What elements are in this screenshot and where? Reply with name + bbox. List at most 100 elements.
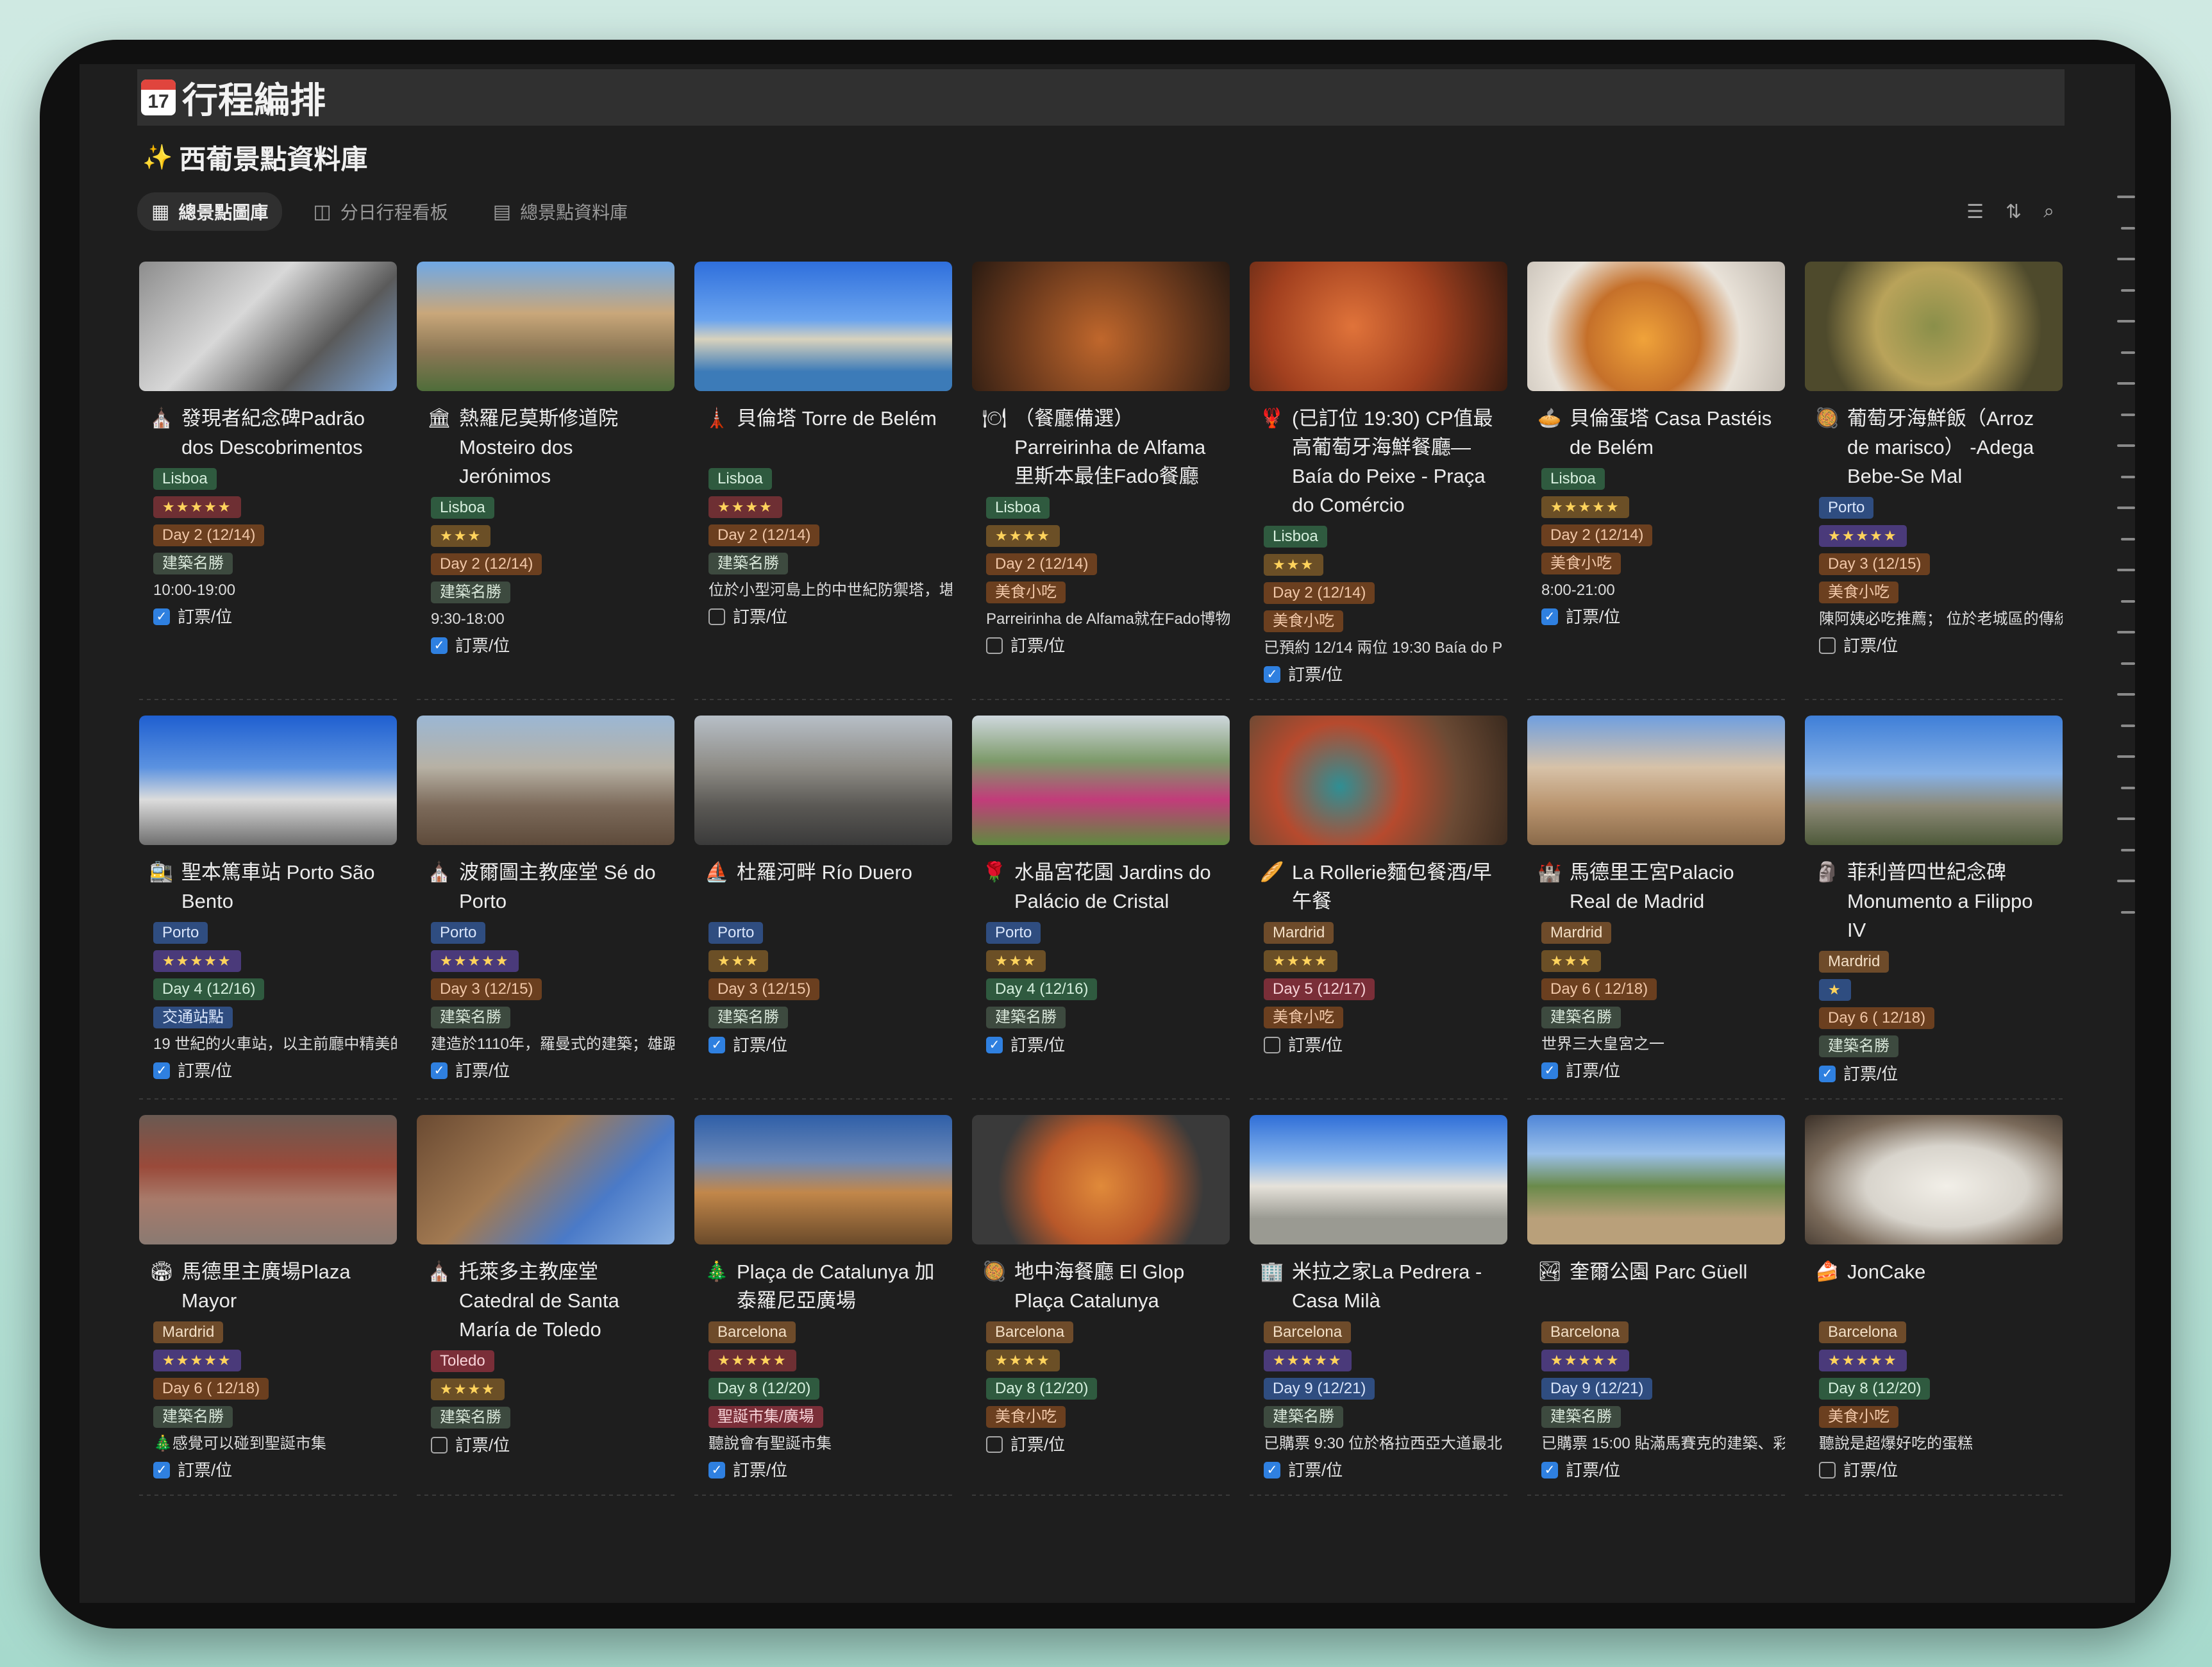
gallery-card[interactable]: ⛵ 杜羅河畔 Río Duero Porto ★★★ Day 3 (12/15) … [694,716,952,1100]
gallery-card[interactable]: 🥘 地中海餐廳 El Glop Plaça Catalunya Barcelona… [972,1115,1230,1496]
gallery-card[interactable]: ⛪ 波爾圖主教座堂 Sé do Porto Porto ★★★★★ Day 3 (… [417,716,674,1100]
booked-checkbox[interactable]: 訂票/位 [1819,635,1898,656]
gallery-card[interactable]: 🗼 貝倫塔 Torre de Belém Lisboa ★★★★ Day 2 (1… [694,262,952,700]
card-title[interactable]: 🥘 地中海餐廳 El Glop Plaça Catalunya [972,1257,1230,1315]
database-title[interactable]: ✨ 西葡景點資料庫 [142,138,367,177]
card-title[interactable]: 🏛 熱羅尼莫斯修道院 Mosteiro dos Jerónimos [417,404,674,490]
card-cover-image [1805,1115,2063,1244]
booked-checkbox[interactable]: 訂票/位 [986,635,1065,656]
card-title[interactable]: ⛵ 杜羅河畔 Río Duero [694,858,952,916]
city-tag: Mardrid [1264,922,1334,944]
card-title[interactable]: 🏰 馬德里王宮Palacio Real de Madrid [1527,858,1785,916]
gallery-card[interactable]: 🏟 馬德里主廣場Plaza Mayor Mardrid ★★★★★ Day 6 (… [139,1115,397,1496]
card-title[interactable]: ⛪ 托萊多主教座堂 Catedral de Santa María de Tole… [417,1257,674,1344]
booked-checkbox[interactable]: ✓ 訂票/位 [1264,1460,1343,1480]
booked-checkbox[interactable]: ✓ 訂票/位 [1541,1060,1620,1081]
card-title[interactable]: 🏟 馬德里主廣場Plaza Mayor [139,1257,397,1315]
booked-checkbox[interactable]: ✓ 訂票/位 [153,607,232,627]
category-tag: 建築名勝 [1819,1035,1898,1057]
card-title[interactable]: 🗼 貝倫塔 Torre de Belém [694,404,952,462]
card-title[interactable]: 🍽 （餐廳備選） Parreirinha de Alfama 里斯本最佳Fado餐… [972,404,1230,490]
card-title[interactable]: 🥖 La Rollerie麵包餐酒/早午餐 [1250,858,1507,916]
day-tag: Day 8 (12/20) [986,1378,1098,1400]
gallery-card[interactable]: 🏰 馬德里王宮Palacio Real de Madrid Mardrid ★★★… [1527,716,1785,1100]
page-title-bar[interactable]: 17 行程編排 [137,69,2065,126]
gallery-card[interactable]: 🥘 葡萄牙海鮮飯（Arroz de marisco） -Adega Bebe-Se… [1805,262,2063,700]
day-tag: Day 4 (12/16) [986,978,1098,1000]
gallery-card[interactable]: 🏢 米拉之家La Pedrera - Casa Milà Barcelona ★★… [1250,1115,1507,1496]
card-title[interactable]: 🥘 葡萄牙海鮮飯（Arroz de marisco） -Adega Bebe-Se… [1805,404,2063,490]
statue-icon: 🗿 [1815,862,1839,883]
gallery-card[interactable]: 🍽 （餐廳備選） Parreirinha de Alfama 里斯本最佳Fado餐… [972,262,1230,700]
booked-checkbox[interactable]: ✓ 訂票/位 [1264,664,1343,685]
booked-checkbox[interactable]: ✓ 訂票/位 [986,1035,1065,1055]
category-tag: 建築名勝 [708,553,788,574]
gallery-card[interactable]: 🦞 (已訂位 19:30) CP值最高葡萄牙海鮮餐廳— Baía do Peixe… [1250,262,1507,700]
gallery-card[interactable]: 🥧 貝倫蛋塔 Casa Pastéis de Belém Lisboa ★★★★★… [1527,262,1785,700]
database-title-text[interactable]: 西葡景點資料庫 [179,138,367,177]
day-tag: Day 2 (12/14) [153,524,265,546]
checkbox-empty-icon [1819,1462,1836,1479]
park-icon: 🏞 [1538,1261,1563,1282]
card-title[interactable]: ⛪ 波爾圖主教座堂 Sé do Porto [417,858,674,916]
gallery-card[interactable]: ⛪ 托萊多主教座堂 Catedral de Santa María de Tole… [417,1115,674,1496]
card-title[interactable]: 🎄 Plaça de Catalunya 加泰羅尼亞廣場 [694,1257,952,1315]
booked-checkbox[interactable]: 訂票/位 [708,607,787,627]
castle-icon: 🏰 [1538,862,1562,883]
booked-checkbox[interactable]: ✓ 訂票/位 [1541,1460,1620,1480]
gallery-card[interactable]: 🚉 聖本篤車站 Porto São Bento Porto ★★★★★ Day 4… [139,716,397,1100]
booked-checkbox[interactable]: 訂票/位 [1819,1460,1898,1480]
tab-board[interactable]: ◫ 分日行程看板 [299,192,462,231]
page-outline-scrollbar[interactable] [2109,196,2135,914]
cathedral-icon: ⛪ [427,1261,451,1282]
booked-checkbox[interactable]: ✓ 訂票/位 [431,1060,510,1081]
booked-checkbox[interactable]: ✓ 訂票/位 [708,1035,787,1055]
card-title[interactable]: 🍰 JonCake [1805,1257,2063,1315]
tab-gallery[interactable]: ▦ 總景點圖庫 [137,192,283,231]
day-tag: Day 6 ( 12/18) [1541,978,1657,1000]
city-tag: Porto [431,922,486,944]
sort-icon[interactable]: ⇅ [2006,201,2022,223]
tab-table[interactable]: ▤ 總景點資料庫 [479,192,642,231]
category-tag: 聖誕市集/廣場 [708,1406,823,1428]
page-title[interactable]: 行程編排 [182,72,326,124]
booked-checkbox[interactable]: ✓ 訂票/位 [1541,607,1620,627]
gallery-card[interactable]: 🍰 JonCake Barcelona ★★★★★ Day 8 (12/20) 美… [1805,1115,2063,1496]
card-title[interactable]: 🗿 菲利普四世紀念碑 Monumento a Filippo IV [1805,858,2063,944]
card-title[interactable]: ⛪ 發現者紀念碑Padrão dos Descobrimentos [139,404,397,462]
card-title[interactable]: 🦞 (已訂位 19:30) CP值最高葡萄牙海鮮餐廳— Baía do Peixe… [1250,404,1507,519]
card-properties: Toledo ★★★★ 建築名勝 訂票/位 [417,1350,674,1455]
gallery-card[interactable]: 🏛 熱羅尼莫斯修道院 Mosteiro dos Jerónimos Lisboa … [417,262,674,700]
booked-checkbox[interactable]: ✓ 訂票/位 [153,1060,232,1081]
category-tag: 建築名勝 [1264,1406,1343,1428]
rating-tag: ★★★★★ [1819,525,1907,547]
card-title[interactable]: 🥧 貝倫蛋塔 Casa Pastéis de Belém [1527,404,1785,462]
paella-icon: 🥘 [982,1261,1007,1282]
booked-checkbox[interactable]: ✓ 訂票/位 [153,1460,232,1480]
booked-checkbox[interactable]: ✓ 訂票/位 [708,1460,787,1480]
card-title[interactable]: 🏢 米拉之家La Pedrera - Casa Milà [1250,1257,1507,1315]
booked-checkbox[interactable]: ✓ 訂票/位 [431,635,510,656]
category-tag: 建築名勝 [153,1406,233,1428]
day-tag: Day 8 (12/20) [708,1378,820,1400]
card-title[interactable]: 🚉 聖本篤車站 Porto São Bento [139,858,397,916]
card-properties: Barcelona ★★★★★ Day 9 (12/21) 建築名勝 已購票 1… [1527,1321,1785,1480]
gallery-card[interactable]: ⛪ 發現者紀念碑Padrão dos Descobrimentos Lisboa … [139,262,397,700]
booked-checkbox[interactable]: 訂票/位 [1264,1035,1343,1055]
booked-checkbox[interactable]: 訂票/位 [986,1434,1065,1455]
card-properties: Barcelona ★★★★★ Day 8 (12/20) 聖誕市集/廣場 聽說… [694,1321,952,1480]
filter-icon[interactable]: ☰ [1966,201,1984,223]
gallery-card[interactable]: 🥖 La Rollerie麵包餐酒/早午餐 Mardrid ★★★★ Day 5 … [1250,716,1507,1100]
gallery-card[interactable]: 🎄 Plaça de Catalunya 加泰羅尼亞廣場 Barcelona ★★… [694,1115,952,1496]
card-title[interactable]: 🌹 水晶宮花園 Jardins do Palácio de Cristal [972,858,1230,916]
search-icon[interactable]: ⌕ [2043,201,2054,223]
card-title[interactable]: 🏞 奎爾公園 Parc Güell [1527,1257,1785,1315]
booked-checkbox[interactable]: 訂票/位 [431,1435,510,1455]
card-note: 建造於1110年，羅曼式的建築；雄踞 [431,1035,674,1053]
booked-checkbox[interactable]: ✓ 訂票/位 [1819,1064,1898,1084]
gallery-card[interactable]: 🌹 水晶宮花園 Jardins do Palácio de Cristal Por… [972,716,1230,1100]
gallery-card[interactable]: 🏞 奎爾公園 Parc Güell Barcelona ★★★★★ Day 9 (… [1527,1115,1785,1496]
rating-tag: ★★★ [1541,950,1602,972]
gallery-card[interactable]: 🗿 菲利普四世紀念碑 Monumento a Filippo IV Mardrid… [1805,716,2063,1100]
calendar-icon: 17 [141,80,176,115]
